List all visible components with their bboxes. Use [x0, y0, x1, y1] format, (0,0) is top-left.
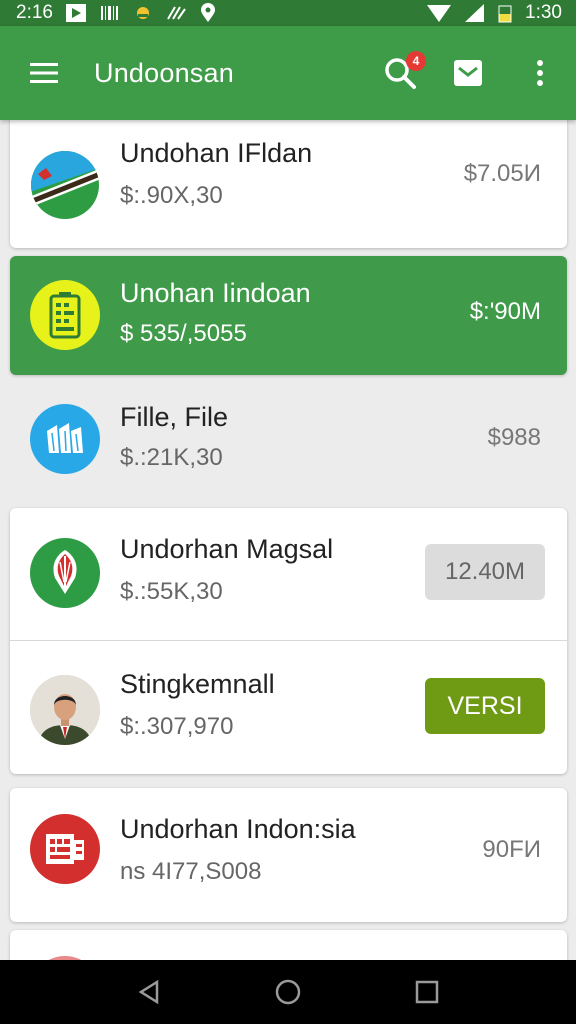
- flag-icon: [30, 150, 100, 220]
- hamburger-menu-icon: [30, 63, 58, 83]
- search-button[interactable]: 4: [378, 51, 426, 95]
- barcode-icon: [99, 4, 121, 22]
- battery-icon: [30, 280, 100, 350]
- location-icon: [199, 3, 217, 23]
- recents-square-icon: [415, 980, 438, 1004]
- item-subtitle: ns 4I77,S008: [120, 858, 262, 885]
- item-list: Undohan IFldan $:.90X,30 $7.05И Unohan I…: [0, 120, 576, 960]
- status-bar: 2:16 1:30: [0, 0, 576, 26]
- item-title: Unohan Iindoan: [120, 278, 311, 308]
- more-options-button[interactable]: [518, 51, 562, 95]
- recents-button[interactable]: [405, 970, 449, 1014]
- versi-button[interactable]: VERSI: [425, 678, 545, 734]
- person-avatar: [30, 675, 100, 745]
- system-navigation-bar: [0, 960, 576, 1024]
- back-button[interactable]: [127, 970, 171, 1014]
- item-title: Fille, File: [120, 402, 229, 432]
- value-chip: 12.40M: [425, 544, 545, 600]
- list-item[interactable]: Undohan IFldan $:.90X,30 $7.05И: [10, 120, 567, 248]
- item-value: 90FИ: [482, 836, 541, 863]
- play-store-icon: [65, 3, 87, 23]
- item-subtitle: $ 535/,5055: [120, 320, 247, 347]
- home-circle-icon: [275, 979, 301, 1005]
- document-icon: [30, 814, 100, 884]
- item-subtitle: $:.307,970: [120, 713, 234, 740]
- app-bar: Undoonsan 4: [0, 26, 576, 120]
- notification-badge: 4: [406, 51, 426, 71]
- app-notification-icon: [133, 4, 153, 22]
- signal-icon: [463, 3, 485, 23]
- files-icon: [30, 404, 100, 474]
- item-title: Undohan IFldan: [120, 138, 313, 168]
- home-button[interactable]: [266, 970, 310, 1014]
- back-triangle-icon: [138, 979, 159, 1005]
- item-title: Undorhan Magsal: [120, 534, 334, 564]
- item-subtitle: $:.90X,30: [120, 182, 223, 209]
- battery-status-icon: [497, 3, 513, 23]
- menu-button[interactable]: [22, 51, 66, 95]
- list-item-selected[interactable]: Unohan Iindoan $ 535/,5055 $:'90M: [10, 256, 567, 375]
- status-time-left: 2:16: [16, 2, 53, 23]
- item-value: $7.05И: [463, 160, 541, 187]
- list-item[interactable]: Stingkemnall $:.307,970 VERSI: [10, 641, 567, 774]
- item-value: $:'90M: [469, 298, 541, 325]
- status-time-right: 1:30: [525, 2, 562, 23]
- item-title: Undorhan Indon:sia: [120, 814, 356, 844]
- list-item-partial[interactable]: [10, 930, 567, 960]
- app-title: Undoonsan: [94, 57, 234, 88]
- item-subtitle: $.:55K,30: [120, 578, 223, 605]
- item-value: $988: [487, 424, 541, 451]
- mail-button[interactable]: [446, 51, 490, 95]
- list-item[interactable]: Fille, File $.:21K,30 $988: [10, 382, 567, 500]
- mail-icon: [454, 60, 482, 86]
- list-item[interactable]: Undorhan Magsal $.:55K,30 12.40M: [10, 508, 567, 640]
- item-subtitle: $.:21K,30: [120, 444, 223, 471]
- leaf-icon: [165, 4, 187, 22]
- list-item[interactable]: Undorhan Indon:sia ns 4I77,S008 90FИ: [10, 788, 567, 922]
- emblem-icon: [30, 538, 100, 608]
- wifi-icon: [427, 3, 452, 23]
- item-title: Stingkemnall: [120, 669, 275, 699]
- more-vert-icon: [537, 60, 543, 86]
